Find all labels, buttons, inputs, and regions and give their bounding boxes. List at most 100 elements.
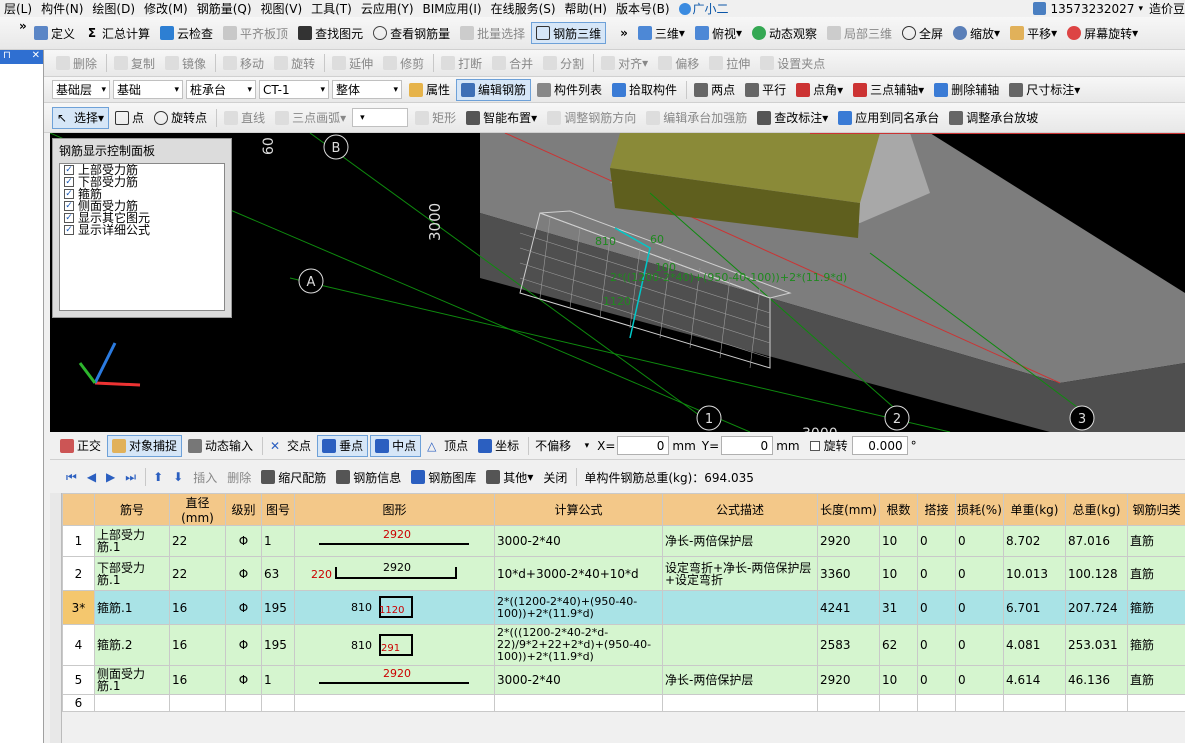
col-header-length[interactable]: 长度(mm) [817,493,880,526]
empty-cell[interactable] [261,694,295,712]
cell-lap[interactable]: 0 [917,556,956,591]
cell-grade[interactable]: Φ [225,665,262,695]
cell-formula[interactable]: 3000-2*40 [494,525,663,557]
parallel-button[interactable]: 平行 [741,79,790,101]
last-record-icon[interactable]: ⏭ [121,466,140,488]
col-header-figure[interactable]: 图号 [261,493,295,526]
menu-cloud[interactable]: 云应用(Y) [357,0,419,17]
col-header-lap[interactable]: 搭接 [917,493,956,526]
cell-total-weight[interactable]: 100.128 [1065,556,1128,591]
menu-rebar-qty[interactable]: 钢筋量(Q) [193,0,257,17]
cell-count[interactable]: 31 [879,590,918,625]
floor-select[interactable]: 基础层 [52,80,110,99]
cell-lap[interactable]: 0 [917,624,956,666]
cell-loss[interactable]: 0 [955,665,1004,695]
row-number[interactable]: 6 [62,694,95,712]
overflow-chevron-icon-2[interactable]: » [620,26,628,40]
row-number[interactable]: 4 [62,624,95,666]
rotate-button[interactable]: 旋转 [270,52,319,74]
cell-length[interactable]: 4241 [817,590,880,625]
col-header-total-weight[interactable]: 总重(kg) [1065,493,1128,526]
offset-mode-select[interactable]: 不偏移 [532,436,592,455]
chevron-down-icon[interactable]: ▾ [1138,4,1143,14]
cell-category[interactable]: 箍筋 [1127,590,1185,625]
define-button[interactable]: 定义 [30,22,79,44]
rotate-checkbox[interactable] [809,440,820,451]
checkbox-icon[interactable]: ✓ [64,213,74,223]
table-row-selected[interactable]: 3* 箍筋.1 16 Φ 195 810 1120 2*((1200-2*40)… [62,590,1185,625]
modify-label-button[interactable]: 查改标注 ▾ [753,107,832,129]
cell-diameter[interactable]: 16 [169,665,226,695]
col-header-desc[interactable]: 公式描述 [662,493,818,526]
cell-grade[interactable]: Φ [225,590,262,625]
col-header-name[interactable]: 筋号 [94,493,170,526]
cell-name[interactable]: 下部受力筋.1 [94,556,170,591]
cell-unit-weight[interactable]: 10.013 [1003,556,1066,591]
cell-loss[interactable]: 0 [955,525,1004,557]
cell-unit-weight[interactable]: 8.702 [1003,525,1066,557]
empty-cell[interactable] [169,694,226,712]
first-record-icon[interactable]: ⏮ [62,466,81,488]
move-down-icon[interactable]: ⬇ [169,466,187,488]
cell-desc[interactable] [662,590,818,625]
three-point-arc-button[interactable]: 三点画弧 ▾ [271,107,350,129]
other-button[interactable]: 其他 ▾ [482,466,537,488]
cell-length[interactable]: 2583 [817,624,880,666]
cell-grade[interactable]: Φ [225,624,262,666]
rebar-toggle-formula[interactable]: ✓ 显示详细公式 [60,224,224,236]
pick-component-button[interactable]: 拾取构件 [608,79,681,101]
pin-icon[interactable]: ⊓ [3,50,11,64]
cell-diameter[interactable]: 16 [169,590,226,625]
rebar-info-button[interactable]: 钢筋信息 [332,466,405,488]
cell-diameter[interactable]: 16 [169,624,226,666]
cell-desc[interactable]: 净长-两倍保护层 [662,525,818,557]
properties-button[interactable]: 属性 [405,79,454,101]
user-phone[interactable]: 13573232027 [1050,2,1134,16]
point-button[interactable]: 点 [111,107,148,129]
cell-name[interactable]: 上部受力筋.1 [94,525,170,557]
menu-layer[interactable]: 层(L) [0,0,37,17]
object-snap-button[interactable]: 对象捕捉 [107,434,183,457]
cell-count[interactable]: 10 [879,525,918,557]
col-header-shape[interactable]: 图形 [294,493,495,526]
cell-count[interactable]: 62 [879,624,918,666]
table-row[interactable]: 1 上部受力筋.1 22 Φ 1 2920 3000-2*40 净长-两倍保护层… [62,525,1185,557]
empty-cell[interactable] [817,694,880,712]
cell-name[interactable]: 侧面受力筋.1 [94,665,170,695]
copy-button[interactable]: 复制 [110,52,159,74]
split-button[interactable]: 分割 [539,52,588,74]
three-point-axis-button[interactable]: 三点辅轴 ▾ [849,79,928,101]
view-3d-button[interactable]: 三维 ▾ [634,22,689,44]
move-button[interactable]: 移动 [219,52,268,74]
cell-grade[interactable]: Φ [225,525,262,557]
cell-category[interactable]: 直筋 [1127,665,1185,695]
edit-rebar-button[interactable]: 编辑钢筋 [456,78,532,101]
intersection-button[interactable]: ✕ 交点 [266,435,315,457]
menu-modify[interactable]: 修改(M) [140,0,193,17]
cell-figure[interactable]: 1 [261,665,295,695]
top-view-button[interactable]: 俯视 ▾ [691,22,746,44]
cell-total-weight[interactable]: 253.031 [1065,624,1128,666]
extend-button[interactable]: 延伸 [328,52,377,74]
empty-cell[interactable] [94,694,170,712]
empty-cell[interactable] [662,694,818,712]
cell-unit-weight[interactable]: 4.614 [1003,665,1066,695]
table-row[interactable]: 5 侧面受力筋.1 16 Φ 1 2920 3000-2*40 净长-两倍保护层… [62,665,1185,695]
menu-help[interactable]: 帮助(H) [561,0,612,17]
menu-version[interactable]: 版本号(B) [612,0,675,17]
cell-desc[interactable]: 设定弯折+净长-两倍保护层+设定弯折 [662,556,818,591]
col-header-count[interactable]: 根数 [879,493,918,526]
row-number[interactable]: 2 [62,556,95,591]
insert-button[interactable]: 插入 [189,466,221,488]
vertex-button[interactable]: △ 顶点 [423,435,472,457]
pan-button[interactable]: 平移 ▾ [1006,22,1061,44]
checkbox-icon[interactable]: ✓ [64,201,74,211]
break-button[interactable]: 打断 [437,52,486,74]
row-number[interactable]: 5 [62,665,95,695]
type-select[interactable]: 桩承台 [186,80,256,99]
cell-category[interactable]: 直筋 [1127,556,1185,591]
cell-formula[interactable]: 10*d+3000-2*40+10*d [494,556,663,591]
prev-record-icon[interactable]: ◀ [83,466,100,488]
cell-name[interactable]: 箍筋.2 [94,624,170,666]
delete-axis-button[interactable]: 删除辅轴 [930,79,1003,101]
